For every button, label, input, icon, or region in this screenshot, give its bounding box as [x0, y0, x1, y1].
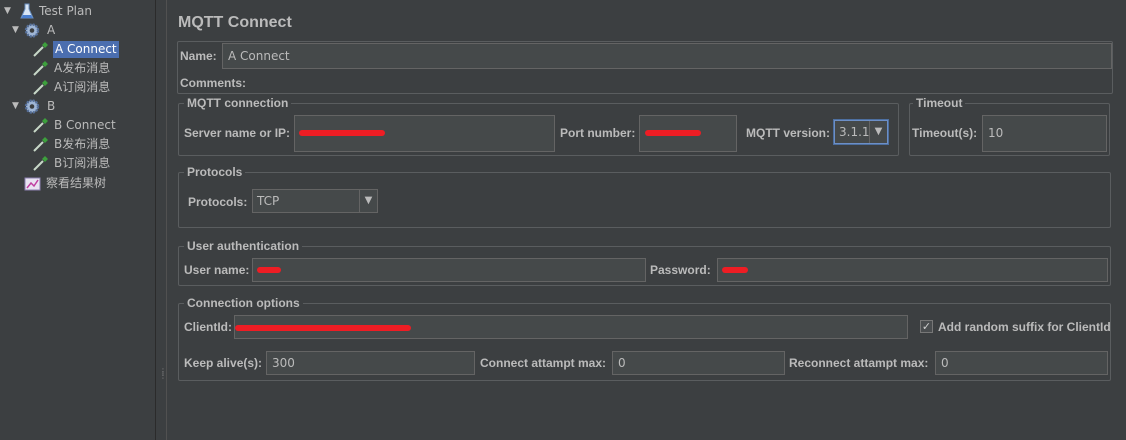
- mqtt-version-value: 3.1.1: [839, 125, 870, 139]
- name-input[interactable]: A Connect: [222, 43, 1112, 69]
- flask-icon: [18, 3, 36, 20]
- connect-attempt-input[interactable]: 0: [612, 351, 785, 375]
- server-label: Server name or IP:: [184, 126, 291, 140]
- panel-title: MQTT Connect: [178, 14, 292, 31]
- reconnect-attempt-input[interactable]: 0: [935, 351, 1108, 375]
- username-input[interactable]: [252, 258, 646, 282]
- clientid-label: ClientId:: [184, 320, 232, 334]
- pipette-icon: [32, 60, 50, 77]
- test-plan-tree: ▼ Test Plan ▼ A A Connect A发布消息 A订阅消息 ▼: [0, 0, 155, 440]
- redaction-mark: [299, 130, 385, 136]
- tree-item-label: Test Plan: [39, 4, 92, 18]
- redaction-mark: [722, 267, 748, 273]
- pipette-icon: [32, 41, 50, 58]
- timeout-legend: Timeout: [913, 96, 966, 110]
- redaction-mark: [645, 130, 701, 136]
- gear-icon: [23, 22, 41, 39]
- timeout-label: Timeout(s):: [912, 126, 978, 140]
- tree-item-label: A发布消息: [54, 61, 111, 75]
- random-suffix-checkbox[interactable]: ✓: [920, 320, 933, 333]
- tree-item-label: B订阅消息: [54, 156, 111, 170]
- connection-options-legend: Connection options: [184, 296, 303, 310]
- tree-item-label: B Connect: [54, 118, 116, 132]
- clientid-input[interactable]: [234, 315, 908, 339]
- password-label: Password:: [650, 263, 711, 277]
- gear-icon: [23, 98, 41, 115]
- pipette-icon: [32, 79, 50, 96]
- expand-arrow-icon[interactable]: ▼: [12, 97, 22, 116]
- username-label: User name:: [184, 263, 250, 277]
- password-input[interactable]: [717, 258, 1108, 282]
- protocols-legend: Protocols: [184, 165, 246, 179]
- redaction-mark: [235, 325, 411, 331]
- chevron-down-icon[interactable]: ▼: [869, 121, 887, 143]
- port-label: Port number:: [560, 126, 636, 140]
- connect-attempt-label: Connect attampt max:: [480, 356, 607, 370]
- chart-icon: [24, 175, 42, 192]
- expand-arrow-icon[interactable]: ▼: [12, 21, 22, 40]
- tree-item-label: B: [47, 99, 56, 113]
- splitter-handle[interactable]: ⋮ ⋮: [155, 0, 167, 440]
- mqtt-connection-legend: MQTT connection: [184, 96, 292, 110]
- keepalive-input[interactable]: 300: [266, 351, 475, 375]
- mqtt-version-select[interactable]: 3.1.1 ▼: [834, 120, 888, 144]
- reconnect-attempt-label: Reconnect attampt max:: [789, 356, 929, 370]
- tree-item-label: B发布消息: [54, 137, 111, 151]
- tree-item-label: A: [47, 23, 56, 37]
- user-authentication-legend: User authentication: [184, 239, 303, 253]
- tree-item-label: A订阅消息: [54, 80, 111, 94]
- tree-item-label: 察看结果树: [46, 176, 107, 190]
- mqtt-connect-panel: MQTT Connect Name: A Connect Comments: M…: [166, 0, 1126, 440]
- protocols-label: Protocols:: [188, 195, 248, 209]
- keepalive-label: Keep alive(s):: [184, 356, 263, 370]
- pipette-icon: [32, 136, 50, 153]
- redaction-mark: [257, 267, 281, 273]
- expand-arrow-icon[interactable]: ▼: [4, 2, 14, 21]
- tree-item-label: A Connect: [53, 41, 119, 58]
- comments-label: Comments:: [180, 76, 247, 90]
- chevron-down-icon[interactable]: ▼: [359, 190, 377, 212]
- protocols-select[interactable]: TCP ▼: [252, 189, 378, 213]
- port-input[interactable]: [639, 115, 737, 152]
- name-label: Name:: [180, 49, 217, 63]
- timeout-input[interactable]: 10: [982, 115, 1107, 152]
- protocols-value: TCP: [257, 194, 280, 208]
- pipette-icon: [32, 155, 50, 172]
- pipette-icon: [32, 117, 50, 134]
- mqtt-version-label: MQTT version:: [746, 126, 831, 140]
- server-input[interactable]: [294, 115, 555, 152]
- random-suffix-label: Add random suffix for ClientId: [938, 320, 1111, 334]
